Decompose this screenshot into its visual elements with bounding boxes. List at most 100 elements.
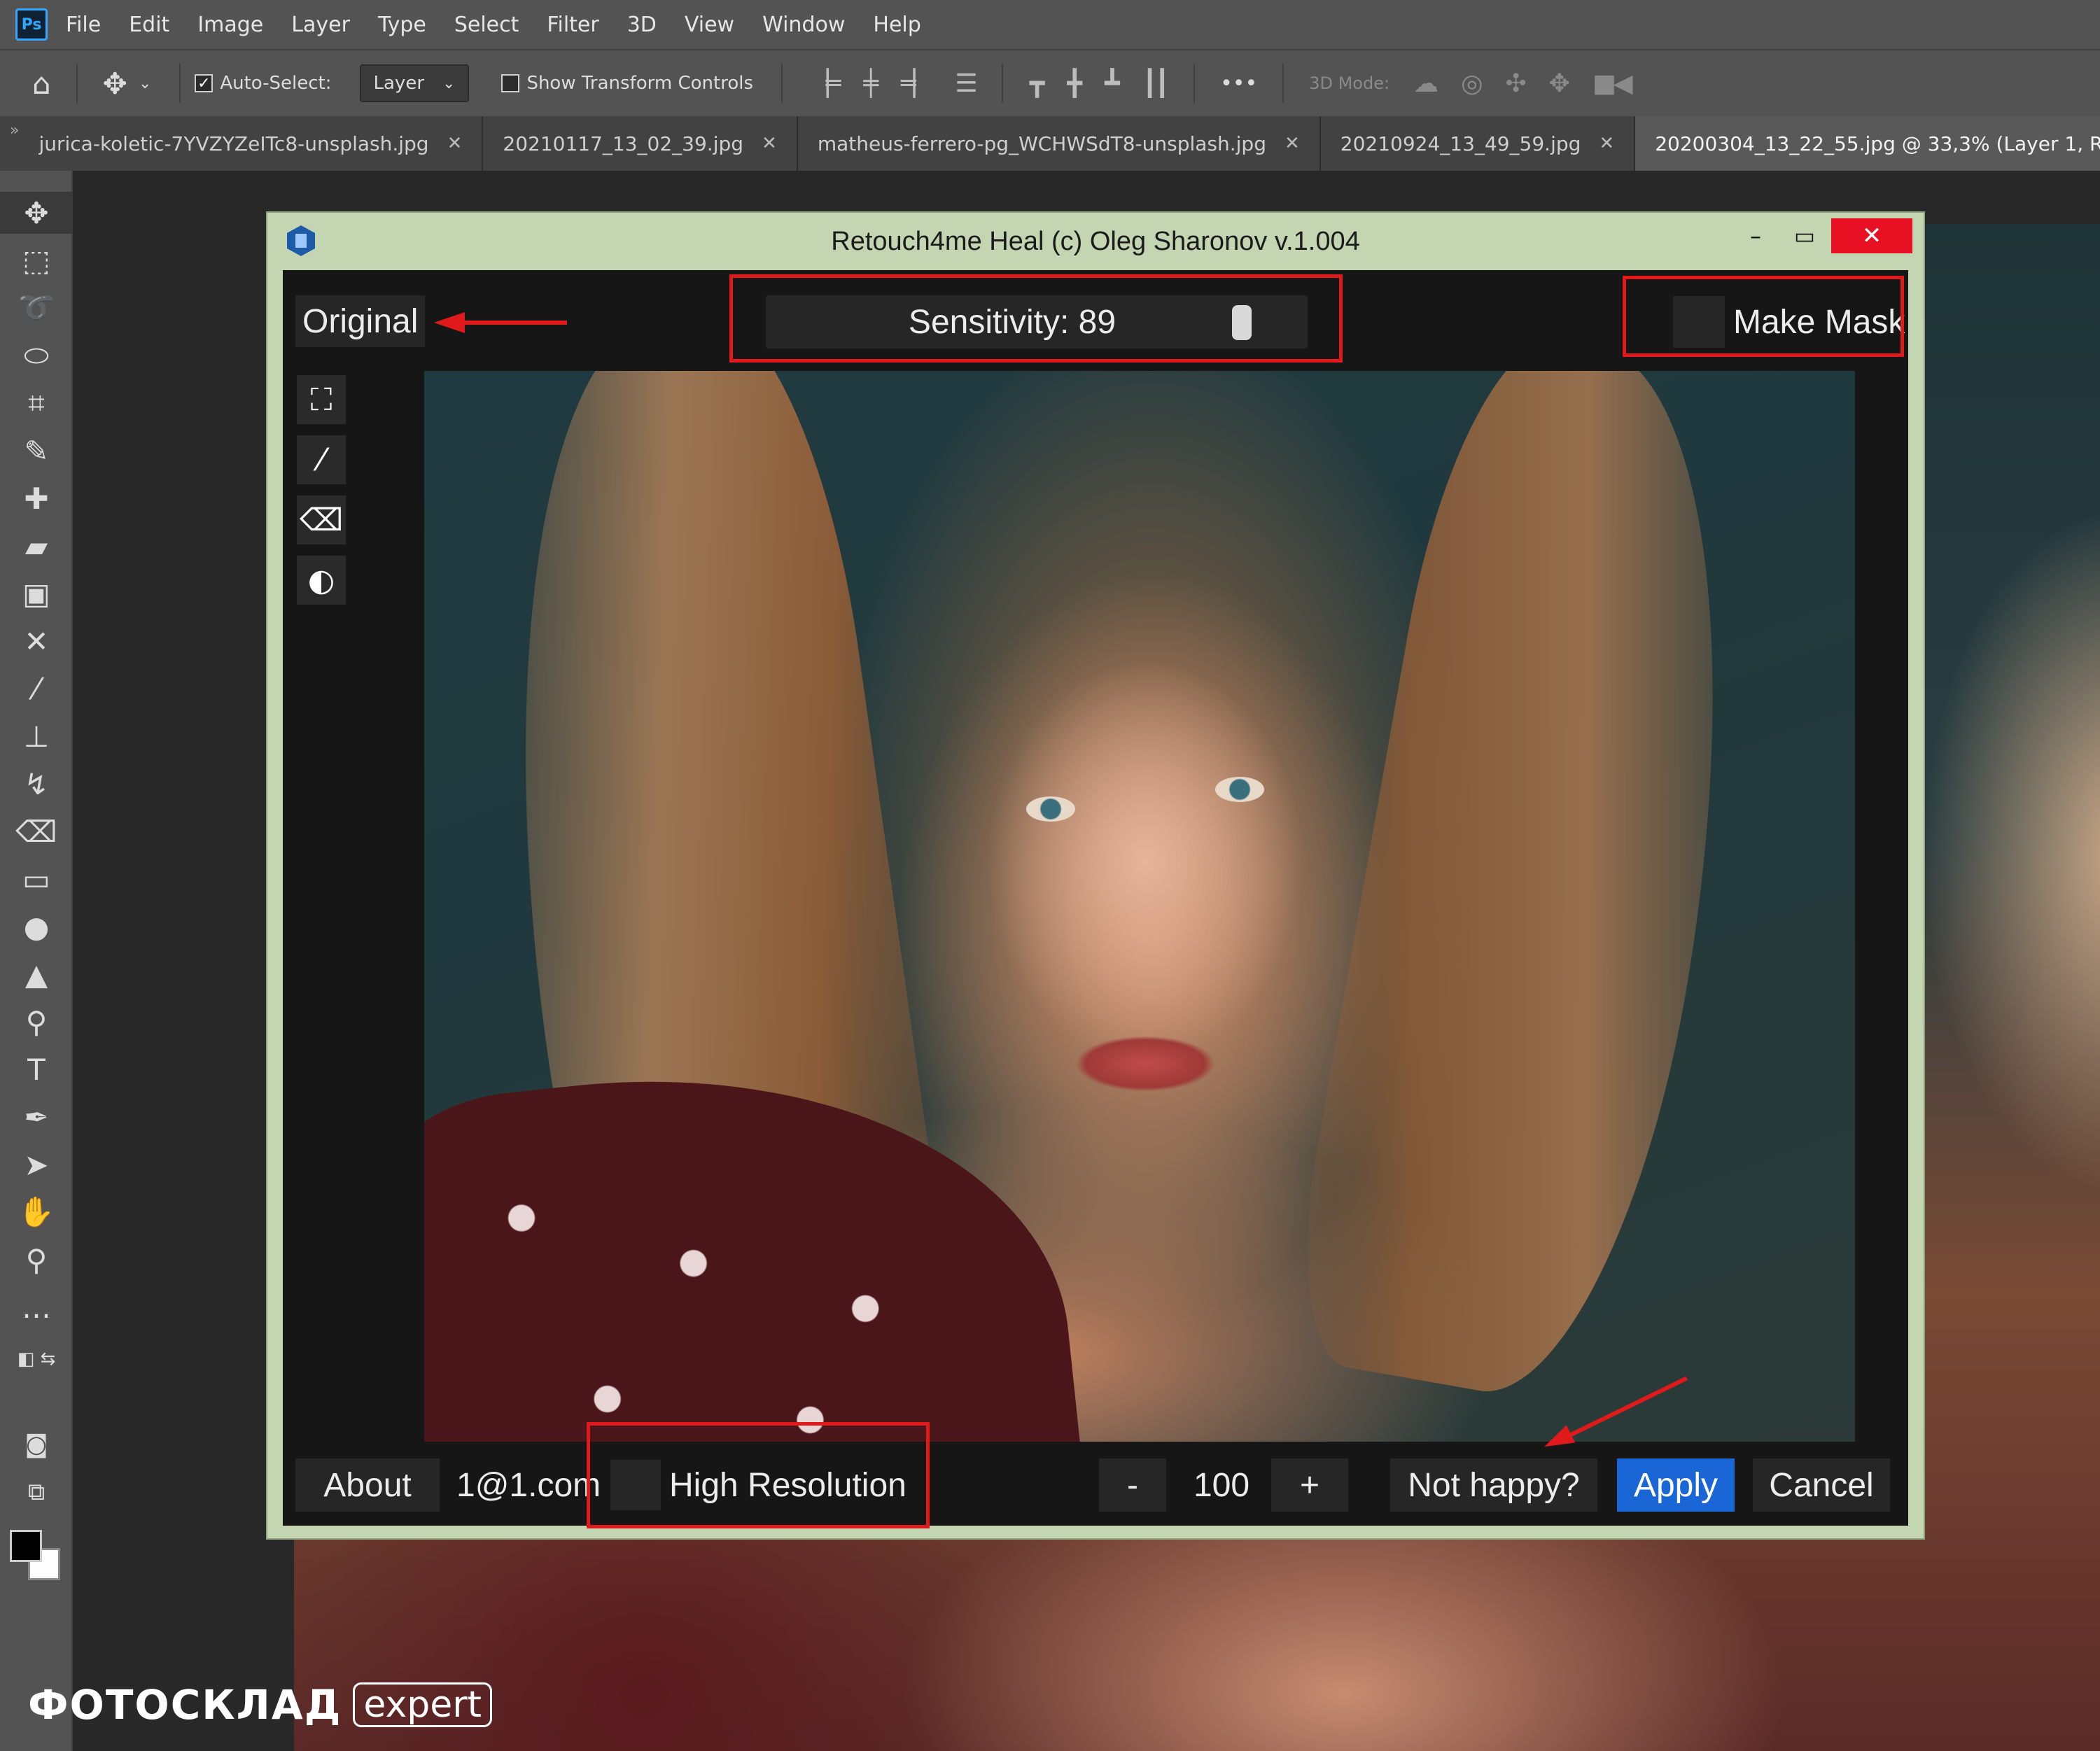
align-left-icon[interactable]: ▕═ (809, 69, 841, 98)
cancel-button[interactable]: Cancel (1753, 1458, 1890, 1512)
object-selection-tool-icon[interactable]: ▣ (0, 572, 73, 614)
sharpen-tool-icon[interactable]: ▲ (0, 953, 73, 995)
show-transform-label: Show Transform Controls (526, 73, 753, 94)
document-tab[interactable]: 20210924_13_49_59.jpg ✕ (1320, 116, 1636, 171)
maximize-button[interactable]: ▭ (1782, 218, 1827, 253)
document-tab[interactable]: matheus-ferrero-pg_WCHWSdT8-unsplash.jpg… (797, 116, 1321, 171)
layer-dropdown[interactable]: Layer ⌄ (359, 64, 470, 102)
show-transform-checkbox[interactable] (501, 74, 520, 92)
zoom-value: 100 (1193, 1466, 1250, 1504)
align-bottom-icon[interactable]: ┻ (1105, 69, 1120, 98)
align-center-icon[interactable]: ╪ (863, 69, 878, 98)
marquee-tool-icon[interactable]: ⬚ (0, 239, 73, 281)
screen-mode-icon[interactable]: ⧉ (0, 1471, 73, 1513)
close-tab-icon[interactable]: ✕ (1599, 133, 1614, 154)
preview-shirt (424, 1036, 1082, 1442)
divider (781, 64, 783, 103)
edit-toolbar-icon[interactable]: … (0, 1286, 73, 1328)
preview-hair (1280, 371, 1794, 1414)
expand-panels-icon[interactable]: » (0, 116, 19, 171)
brush-icon[interactable]: ⁄ (297, 435, 346, 484)
menu-edit[interactable]: Edit (129, 13, 169, 37)
divider (1282, 64, 1284, 103)
menu-layer[interactable]: Layer (291, 13, 350, 37)
3d-orbit-icon[interactable]: ☁ (1413, 69, 1438, 98)
zoom-tool-icon[interactable]: ⚲ (0, 1239, 73, 1281)
menu-view[interactable]: View (685, 13, 734, 37)
3d-pan-icon[interactable]: ✣ (1505, 69, 1526, 98)
menu-bar: Ps File Edit Image Layer Type Select Fil… (0, 0, 2100, 49)
type-tool-icon[interactable]: T (0, 1048, 73, 1090)
chevron-down-icon: ⌄ (442, 74, 456, 92)
close-tab-icon[interactable]: ✕ (447, 133, 463, 154)
apply-button[interactable]: Apply (1617, 1458, 1735, 1512)
close-tab-icon[interactable]: ✕ (1284, 133, 1300, 154)
eraser-tool-icon[interactable]: ⌫ (0, 810, 73, 852)
document-tab[interactable]: jurica-koletic-7YVZYZeITc8-unsplash.jpg ✕ (19, 116, 484, 171)
healing-brush-tool-icon[interactable]: ✚ (0, 477, 73, 519)
quick-mask-icon[interactable]: ◙ (0, 1423, 73, 1465)
align-right-icon[interactable]: ═▏ (901, 69, 932, 98)
3d-roll-icon[interactable]: ◎ (1461, 69, 1483, 98)
menu-help[interactable]: Help (873, 13, 920, 37)
move-tool-icon[interactable]: ✥ (103, 66, 127, 101)
menu-file[interactable]: File (66, 13, 101, 37)
original-button[interactable]: Original (295, 295, 426, 347)
auto-select-checkbox[interactable]: ✓ (195, 74, 214, 92)
distribute-vertical-icon[interactable]: ┃┃ (1142, 69, 1170, 98)
not-happy-button[interactable]: Not happy? (1390, 1458, 1597, 1512)
menu-window[interactable]: Window (762, 13, 845, 37)
document-tab-active[interactable]: 20200304_13_22_55.jpg @ 33,3% (Layer 1, … (1635, 116, 2100, 171)
lasso-tool-icon[interactable]: ➰ (0, 287, 73, 329)
watermark: ФОТОСКЛАД expert (28, 1681, 493, 1729)
hand-tool-icon[interactable]: ✋ (0, 1191, 73, 1233)
contrast-icon[interactable]: ◐ (297, 556, 346, 605)
distribute-icon[interactable]: ☰ (955, 69, 977, 98)
pen-tool-icon[interactable]: ✒ (0, 1096, 73, 1138)
close-window-button[interactable]: ✕ (1831, 218, 1912, 253)
menu-image[interactable]: Image (197, 13, 263, 37)
zoom-out-button[interactable]: - (1099, 1458, 1166, 1512)
home-icon[interactable]: ⌂ (32, 66, 51, 101)
crop-tool-icon[interactable]: ⌗ (0, 382, 73, 424)
foreground-color-swatch[interactable] (10, 1530, 42, 1562)
3d-slide-icon[interactable]: ✥ (1549, 69, 1570, 98)
brush-tool-icon[interactable]: ⁄ (0, 668, 73, 710)
tab-label: jurica-koletic-7YVZYZeITc8-unsplash.jpg (38, 132, 429, 155)
blur-tool-icon[interactable]: ● (0, 906, 73, 948)
path-selection-tool-icon[interactable]: ➤ (0, 1144, 73, 1186)
retouch4me-heal-window: Retouch4me Heal (c) Oleg Sharonov v.1.00… (266, 211, 1925, 1540)
content-aware-move-tool-icon[interactable]: ✕ (0, 620, 73, 662)
document-tab[interactable]: 20210117_13_02_39.jpg ✕ (483, 116, 798, 171)
minimize-button[interactable]: – (1733, 218, 1778, 253)
align-top-icon[interactable]: ┳ (1030, 69, 1045, 98)
history-brush-tool-icon[interactable]: ↯ (0, 763, 73, 805)
divider (76, 64, 78, 103)
menu-filter[interactable]: Filter (547, 13, 598, 37)
dodge-tool-icon[interactable]: ⚲ (0, 1001, 73, 1043)
chevron-down-icon[interactable]: ⌄ (139, 75, 151, 92)
gradient-tool-icon[interactable]: ▭ (0, 858, 73, 900)
move-tool-icon[interactable]: ✥ (0, 192, 73, 234)
swap-colors-icon[interactable]: ◧ ⇆ (0, 1338, 73, 1380)
preview-lips (1075, 1036, 1215, 1092)
plugin-body: Original Sensitivity: 89 Make Mask ⛶ ⁄ ⌫… (283, 270, 1908, 1526)
eyedropper-tool-icon[interactable]: ✎ (0, 430, 73, 472)
patch-tool-icon[interactable]: ▰ (0, 525, 73, 567)
license-email: 1@1.com (456, 1466, 601, 1504)
more-options-icon[interactable]: ••• (1220, 71, 1257, 96)
clone-stamp-tool-icon[interactable]: ⊥ (0, 715, 73, 757)
menu-3d[interactable]: 3D (627, 13, 657, 37)
eraser-icon[interactable]: ⌫ (297, 495, 346, 544)
quick-selection-tool-icon[interactable]: ⬭ (0, 335, 73, 377)
menu-type[interactable]: Type (378, 13, 426, 37)
zoom-in-button[interactable]: + (1271, 1458, 1348, 1512)
fit-screen-icon[interactable]: ⛶ (297, 375, 346, 424)
3d-camera-icon[interactable]: ■◀ (1592, 69, 1633, 98)
3d-mode-label: 3D Mode: (1309, 73, 1390, 93)
about-button[interactable]: About (295, 1458, 440, 1512)
align-middle-icon[interactable]: ╋ (1067, 69, 1082, 98)
menu-select[interactable]: Select (454, 13, 519, 37)
tab-label: 20210117_13_02_39.jpg (503, 132, 744, 155)
close-tab-icon[interactable]: ✕ (762, 133, 777, 154)
